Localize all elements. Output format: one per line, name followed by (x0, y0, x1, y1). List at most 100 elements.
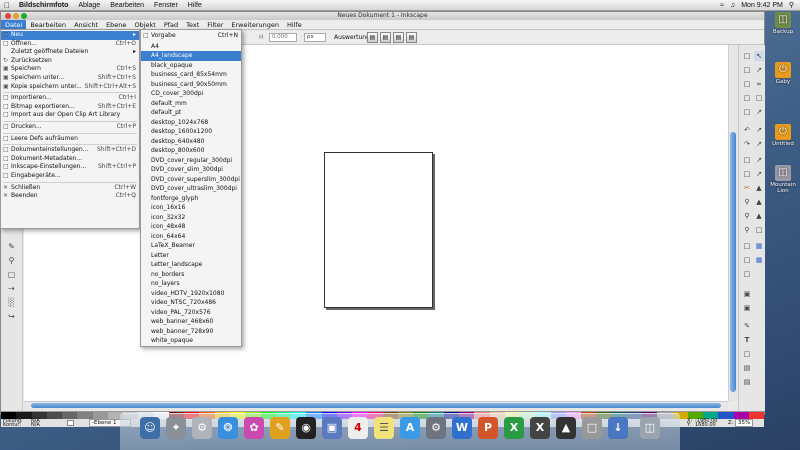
powerpoint-icon[interactable]: P (478, 417, 498, 439)
file-menu-item-speichern[interactable]: ▣ Speichern Ctrl+S (1, 65, 139, 74)
settings-icon[interactable]: ⚙ (426, 417, 446, 439)
file-menu-item-importieren[interactable]: □ Importieren... Ctrl+I (1, 94, 139, 103)
move-gradients-button[interactable]: ▤ (393, 32, 404, 43)
notes-icon[interactable]: ☰ (374, 417, 394, 439)
launchpad-icon[interactable]: ✦ (166, 417, 186, 439)
template-letter-landscape[interactable]: Letter_landscape (141, 260, 241, 270)
template-business-card-85x54mm[interactable]: business_card_85x54mm (141, 70, 241, 80)
calendar-icon[interactable]: 4 (348, 417, 368, 439)
template-desktop-1600x1200[interactable]: desktop_1600x1200 (141, 127, 241, 137)
template-web-banner-468x60[interactable]: web_banner_468x60 (141, 317, 241, 327)
desktop-icon-mountain-lion[interactable]: ◫ Mountain Lion (769, 165, 797, 194)
open-doc-icon[interactable]: □ (742, 65, 752, 75)
select-tool-icon[interactable]: ↖ (754, 51, 764, 61)
template-latex-beamer[interactable]: LaTeX_Beamer (141, 241, 241, 251)
minimize-window-icon[interactable] (13, 13, 19, 19)
template-letter[interactable]: Letter (141, 251, 241, 261)
h-input[interactable]: 0,000 (269, 33, 297, 42)
file-menu-item-inkscape-einstellungen[interactable]: □ Inkscape-Einstellungen... Shift+Ctrl+P (1, 163, 139, 172)
mac-menu-fenster[interactable]: Fenster (154, 2, 178, 9)
opacity-field[interactable] (67, 420, 74, 426)
file-menu-item-neu[interactable]: □ Neu ▸ (1, 31, 139, 40)
zoom-field[interactable]: 35% (735, 419, 753, 427)
camera-icon[interactable]: ◉ (296, 417, 316, 439)
template-video-hdtv-1920x1080[interactable]: video_HDTV_1920x1080 (141, 289, 241, 299)
file-menu-item-offnen[interactable]: □ Öffnen... Ctrl+O (1, 40, 139, 49)
duplicate-icon[interactable]: □ (742, 241, 752, 251)
snap-guide-icon[interactable]: ▦ (754, 255, 764, 265)
template-vorgabe[interactable]: Vorgabe Ctrl+N □ (141, 31, 241, 41)
zoom-selection-icon[interactable]: ⚲ (742, 197, 752, 207)
template-web-banner-728x90[interactable]: web_banner_728x90 (141, 327, 241, 337)
file-menu-item-bitmap-exportieren[interactable]: □ Bitmap exportieren... Shift+Ctrl+E (1, 103, 139, 112)
file-menu-item-schlie-en[interactable]: ✕ Schließen Ctrl+W (1, 184, 139, 193)
file-menu-item-import-aus-der-open-clip-art-library[interactable]: □ Import aus der Open Clip Art Library (1, 111, 139, 120)
measure-tool-icon[interactable]: ▢ (5, 269, 18, 280)
template-fontforge-glyph[interactable]: fontforge_glyph (141, 194, 241, 204)
snap-paths-icon[interactable]: ↗ (754, 125, 764, 135)
print-icon[interactable]: □ (742, 93, 752, 103)
template-white-opaque[interactable]: white_opaque (141, 336, 241, 346)
transform-icon[interactable]: ▤ (742, 377, 752, 387)
template-video-pal-720x576[interactable]: video_PAL_720x576 (141, 308, 241, 318)
template-a4-landscape[interactable]: A4_landscape (141, 51, 241, 61)
apple-icon[interactable]:  (4, 1, 14, 10)
desktop-icon-backup[interactable]: ◫ Backup (769, 12, 797, 35)
copy-icon[interactable]: □ (742, 155, 752, 165)
downloads-icon[interactable]: ↓ (608, 417, 628, 439)
file-menu-item-zuletzt-geoffnete-dateien[interactable]: Zuletzt geöffnete Dateien ▸ (1, 48, 139, 57)
file-menu-item-dokumenteinstellungen[interactable]: □ Dokumenteinstellungen... Shift+Ctrl+D (1, 146, 139, 155)
redo-icon[interactable]: ↷ (742, 139, 752, 149)
template-icon-48x48[interactable]: icon_48x48 (141, 222, 241, 232)
close-window-icon[interactable] (5, 13, 11, 19)
spray-tool-icon[interactable]: ░ (5, 297, 18, 308)
photos-icon[interactable]: ✿ (244, 417, 264, 439)
scale-stroke-button[interactable]: ▤ (367, 32, 378, 43)
paint-icon[interactable]: ✎ (270, 417, 290, 439)
template-no-layers[interactable]: no_layers (141, 279, 241, 289)
dropper-tool-icon[interactable]: ⇢ (5, 283, 18, 294)
template-black-opaque[interactable]: black_opaque (141, 61, 241, 71)
snap-cusp-icon[interactable]: ↗ (754, 169, 764, 179)
snap-icon[interactable]: ∞ (754, 79, 764, 89)
xml-editor-icon[interactable]: □ (742, 349, 752, 359)
template-icon-64x64[interactable]: icon_64x64 (141, 232, 241, 242)
clock[interactable]: Mon 9:42 PM (741, 2, 783, 9)
trash-icon[interactable]: ◫ (640, 417, 660, 439)
clone-icon[interactable]: □ (742, 255, 752, 265)
template-icon-32x32[interactable]: icon_32x32 (141, 213, 241, 223)
file-menu-item-eingabegerate[interactable]: □ Eingabegeräte... (1, 172, 139, 181)
mac-menu-ablage[interactable]: Ablage (78, 2, 100, 9)
document-page[interactable] (324, 152, 433, 308)
file-menu-item-drucken[interactable]: □ Drucken... Ctrl+P (1, 123, 139, 132)
template-dvd-cover-slim-300dpi[interactable]: DVD_cover_slim_300dpi (141, 165, 241, 175)
paste-icon[interactable]: □ (742, 169, 752, 179)
file-menu-item-beenden[interactable]: ✕ Beenden Ctrl+Q (1, 192, 139, 201)
new-doc-icon[interactable]: □ (742, 51, 752, 61)
safari-icon[interactable]: ❂ (218, 417, 238, 439)
unlink-clone-icon[interactable]: □ (742, 269, 752, 279)
x11-icon[interactable]: X (530, 417, 550, 439)
template-default-mm[interactable]: default_mm (141, 99, 241, 109)
group-icon[interactable]: ▣ (742, 289, 752, 299)
connector-tool-icon[interactable]: ↪ (5, 311, 18, 322)
move-patterns-button[interactable]: ▤ (406, 32, 417, 43)
tweak-tool-icon[interactable]: ✎ (5, 241, 18, 252)
word-icon[interactable]: W (452, 417, 472, 439)
snap-page-icon[interactable]: □ (754, 225, 764, 235)
mac-menu-hilfe[interactable]: Hilfe (188, 2, 202, 9)
file-menu-item-zurucksetzen[interactable]: ↻ Zurücksetzen (1, 57, 139, 66)
fill-stroke-icon[interactable]: ✎ (742, 321, 752, 331)
snap-center-icon[interactable]: ▲ (754, 197, 764, 207)
cut-icon[interactable]: ✂ (742, 183, 752, 193)
desktop-icon-untitled[interactable]: ⏻ Untitled (769, 124, 797, 147)
volume-icon[interactable]: ♫ (730, 2, 735, 9)
template-icon-16x16[interactable]: icon_16x16 (141, 203, 241, 213)
scale-corners-button[interactable]: ▤ (380, 32, 391, 43)
align-icon[interactable]: ▤ (742, 363, 752, 373)
snap-nodes-icon[interactable]: ↗ (754, 107, 764, 117)
template-video-ntsc-720x486[interactable]: video_NTSC_720x486 (141, 298, 241, 308)
horizontal-scroll-thumb[interactable] (31, 403, 721, 408)
snap-mid-icon[interactable]: ▲ (754, 183, 764, 193)
template-desktop-1024x768[interactable]: desktop_1024x768 (141, 118, 241, 128)
